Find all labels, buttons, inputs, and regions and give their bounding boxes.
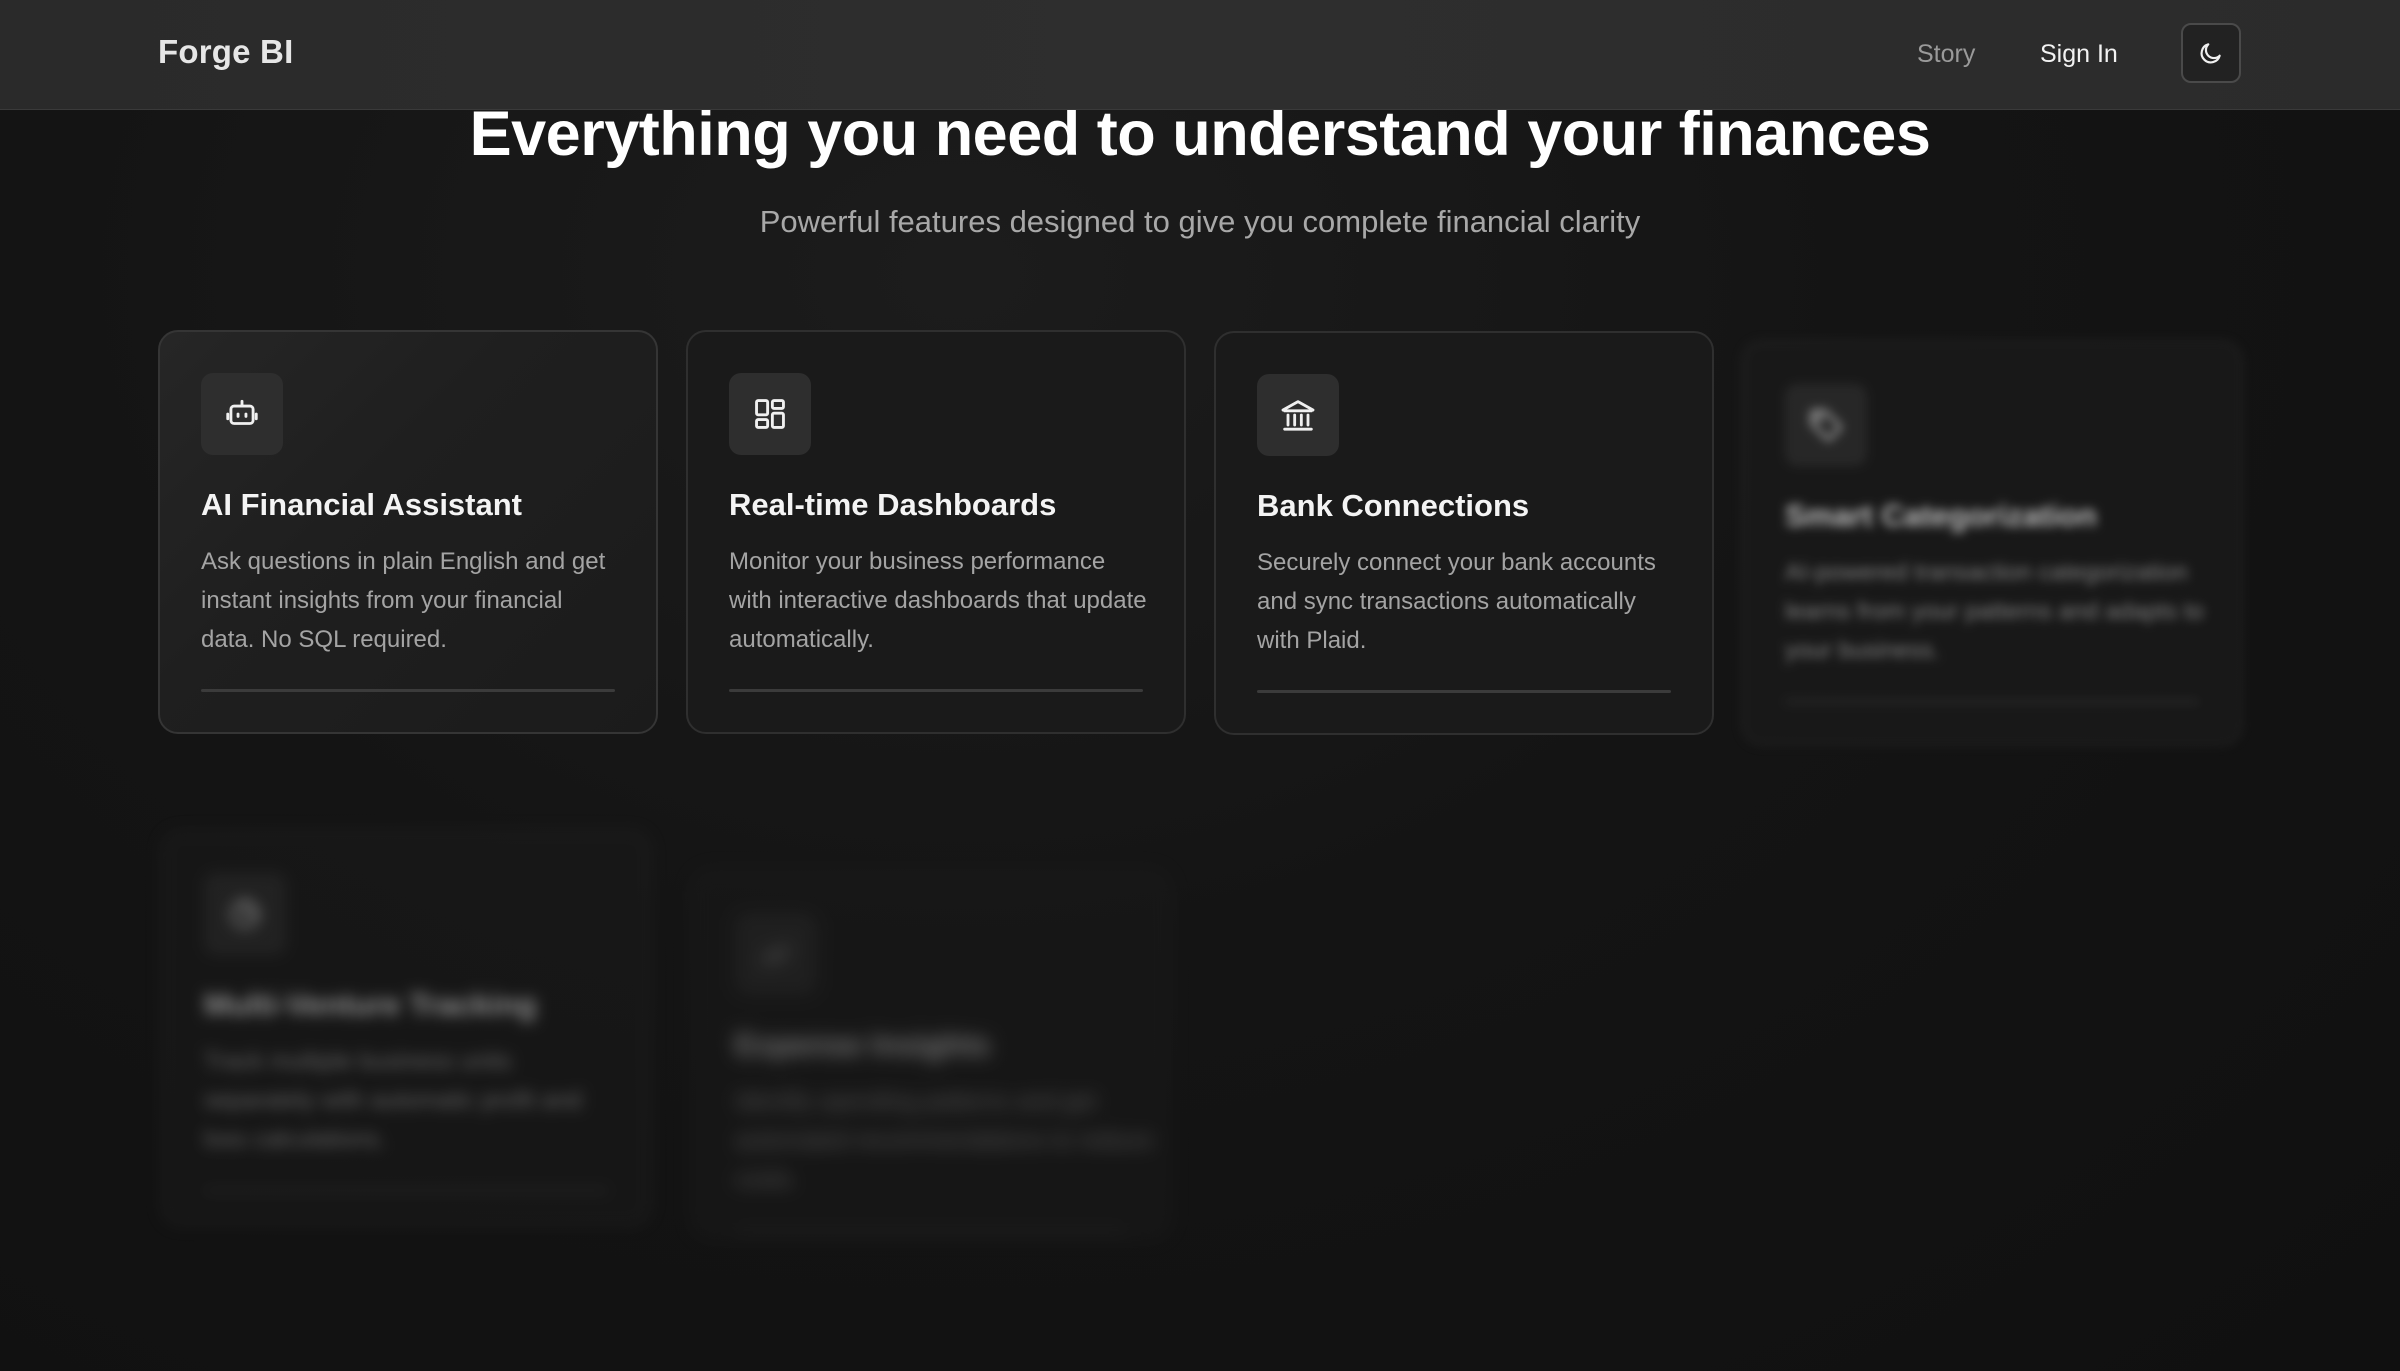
card-divider xyxy=(201,689,615,692)
card-divider xyxy=(1257,690,1671,693)
card-divider xyxy=(729,689,1143,692)
tag-icon xyxy=(1807,406,1845,444)
feature-card-smart-categorization[interactable]: Smart Categorization AI-powered transact… xyxy=(1742,341,2242,745)
feature-title: Real-time Dashboards xyxy=(729,487,1057,522)
nav-link-story[interactable]: Story xyxy=(1917,40,1975,69)
insights-icon xyxy=(758,936,794,972)
feature-icon-container xyxy=(735,913,817,995)
feature-card-ai-assistant[interactable]: AI Financial Assistant Ask questions in … xyxy=(158,330,658,734)
feature-title: Expense Insights xyxy=(735,1027,990,1062)
feature-description: Ask questions in plain English and get i… xyxy=(201,548,606,653)
feature-card-bank-connections[interactable]: Bank Connections Securely connect your b… xyxy=(1214,331,1714,735)
card-divider xyxy=(204,1189,608,1192)
feature-icon-container xyxy=(204,873,286,955)
feature-title: Smart Categorization xyxy=(1785,498,2097,533)
theme-toggle-button[interactable] xyxy=(2181,23,2241,83)
moon-icon xyxy=(2198,40,2224,66)
feature-description: Track multiple business units separately… xyxy=(204,1048,582,1153)
card-divider xyxy=(735,1229,1127,1232)
feature-icon-container xyxy=(1257,374,1339,456)
card-divider xyxy=(1785,700,2199,703)
brand-logo[interactable]: Forge BI xyxy=(158,33,293,71)
feature-icon-container xyxy=(201,373,283,455)
feature-icon-container xyxy=(1785,384,1867,466)
bank-icon xyxy=(1278,395,1318,435)
feature-title: Multi-Venture Tracking xyxy=(204,987,537,1022)
feature-card-multi-venture[interactable]: Multi-Venture Tracking Track multiple bu… xyxy=(161,830,651,1226)
page-subtitle: Powerful features designed to give you c… xyxy=(759,204,1641,239)
pie-icon xyxy=(226,895,264,933)
feature-title: AI Financial Assistant xyxy=(201,487,522,522)
feature-card-dashboards[interactable]: Real-time Dashboards Monitor your busine… xyxy=(686,330,1186,734)
feature-description: Identify spending patterns and get autom… xyxy=(735,1088,1153,1193)
sign-in-link[interactable]: Sign In xyxy=(2040,40,2118,69)
feature-title: Bank Connections xyxy=(1257,488,1530,523)
feature-description: Securely connect your bank accounts and … xyxy=(1257,549,1656,654)
feature-icon-container xyxy=(729,373,811,455)
dashboard-grid-icon xyxy=(751,395,789,433)
feature-description: AI-powered transaction categorization le… xyxy=(1785,559,2204,664)
robot-icon xyxy=(223,395,261,433)
top-navbar: Forge BI Story Sign In xyxy=(0,0,2400,110)
feature-card-expense-insights[interactable]: Expense Insights Identify spending patte… xyxy=(692,870,1170,1238)
feature-description: Monitor your business performance with i… xyxy=(729,548,1147,653)
